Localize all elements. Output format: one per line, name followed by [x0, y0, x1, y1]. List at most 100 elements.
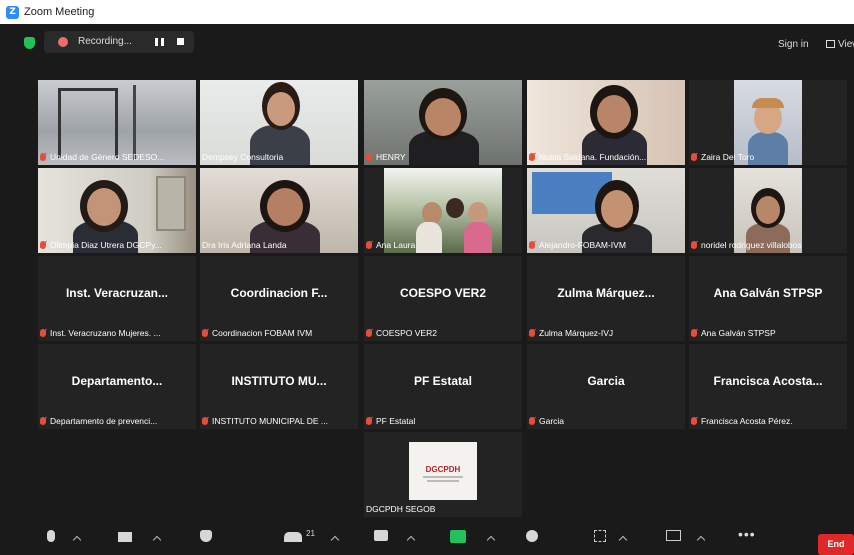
muted-mic-icon — [40, 240, 46, 249]
gallery-grid: Unidad de Género SEDESO... Dempsey Consu… — [0, 60, 854, 520]
security-button[interactable] — [198, 526, 218, 548]
apps-button[interactable] — [664, 526, 710, 548]
window-title: Zoom Meeting — [24, 6, 95, 18]
video-button[interactable] — [116, 526, 166, 548]
participant-name: Nubia Saldana. Fundación... — [529, 150, 683, 163]
participant-name: Coordinacion FOBAM IVM — [202, 326, 356, 339]
participant-tile[interactable]: Coordinacion F... Coordinacion FOBAM IVM — [200, 256, 358, 341]
title-bar: Z Zoom Meeting — [0, 0, 854, 24]
share-screen-button[interactable] — [448, 526, 498, 548]
participant-display-name: Inst. Veracruzan... — [65, 286, 169, 300]
participants-count: 21 — [306, 529, 315, 538]
participant-name: Garcia — [529, 414, 683, 427]
chat-bubble-icon — [374, 530, 388, 541]
participant-tile[interactable]: Unidad de Género SEDESO... — [38, 80, 196, 165]
recording-label: Recording... — [78, 36, 132, 47]
muted-mic-icon — [366, 328, 372, 337]
person-shape — [267, 188, 303, 226]
participant-tile[interactable]: Departamento... Departamento de prevenci… — [38, 344, 196, 429]
muted-mic-icon — [529, 152, 535, 161]
participant-display-name: Ana Galván STPSP — [713, 286, 823, 300]
participant-display-name: PF Estatal — [413, 374, 473, 388]
participants-icon — [284, 532, 302, 542]
participant-name: Ana Laura — [366, 238, 520, 251]
participant-name: INSTITUTO MUNICIPAL DE ... — [202, 414, 356, 427]
meeting-toolbar: 21 ••• End — [0, 520, 854, 555]
participant-tile[interactable]: COESPO VER2 COESPO VER2 — [364, 256, 522, 341]
mute-button[interactable] — [44, 526, 84, 548]
muted-mic-icon — [529, 416, 535, 425]
office-wall-shape — [133, 85, 136, 160]
participant-tile[interactable]: Inst. Veracruzan... Inst. Veracruzano Mu… — [38, 256, 196, 341]
participants-button[interactable]: 21 — [284, 526, 350, 548]
sign-in-link[interactable]: Sign in — [778, 39, 809, 50]
end-meeting-button[interactable]: End — [818, 534, 854, 555]
recording-indicator: Recording... — [44, 31, 194, 53]
participant-name: Inst. Veracruzano Mujeres. ... — [40, 326, 194, 339]
participant-name: Dempsey Consultoria — [202, 151, 284, 162]
chat-button[interactable] — [372, 526, 422, 548]
muted-mic-icon — [40, 152, 46, 161]
participant-display-name: Zulma Márquez... — [557, 286, 655, 300]
security-shield-icon[interactable] — [24, 37, 35, 49]
participant-name: Francisca Acosta Pérez. — [691, 414, 845, 427]
participant-name: Zaira Del Toro — [691, 150, 845, 163]
logo-line — [427, 480, 459, 482]
person-shape — [87, 188, 121, 226]
participant-display-name: INSTITUTO MU... — [231, 374, 327, 388]
chevron-up-icon[interactable] — [618, 535, 628, 545]
muted-mic-icon — [366, 152, 372, 161]
more-button[interactable]: ••• — [738, 526, 768, 548]
participant-tile[interactable]: PF Estatal PF Estatal — [364, 344, 522, 429]
record-icon — [526, 530, 538, 542]
muted-mic-icon — [691, 240, 697, 249]
participant-name: Olimpia Diaz Utrera DGCPy... — [40, 238, 194, 251]
muted-mic-icon — [366, 240, 372, 249]
chevron-up-icon[interactable] — [330, 535, 340, 545]
participant-tile[interactable]: Garcia Garcia — [527, 344, 685, 429]
office-wall-shape — [58, 88, 118, 158]
participant-tile[interactable]: Zulma Márquez... Zulma Márquez-IVJ — [527, 256, 685, 341]
participant-tile[interactable]: Alejandro-FOBAM-IVM — [527, 168, 685, 253]
chevron-up-icon[interactable] — [696, 535, 706, 545]
chevron-up-icon[interactable] — [72, 535, 82, 545]
participant-tile[interactable]: Dra Iris Adriana Landa — [200, 168, 358, 253]
view-button[interactable]: View — [826, 39, 854, 50]
participant-tile[interactable]: Dempsey Consultoria — [200, 80, 358, 165]
person-shape — [425, 98, 461, 136]
muted-mic-icon — [40, 416, 46, 425]
participant-tile[interactable]: HENRY — [364, 80, 522, 165]
participant-tile[interactable]: Ana Laura — [364, 168, 522, 253]
participant-name: Departamento de prevenci... — [40, 414, 194, 427]
person-shape — [756, 196, 780, 224]
chevron-up-icon[interactable] — [152, 535, 162, 545]
shelf-shape — [156, 176, 186, 231]
muted-mic-icon — [529, 240, 535, 249]
muted-mic-icon — [529, 328, 535, 337]
grid-view-icon — [826, 40, 835, 48]
recording-cloud-icon — [58, 37, 68, 47]
chevron-up-icon[interactable] — [486, 535, 496, 545]
share-screen-icon — [450, 530, 466, 543]
muted-mic-icon — [691, 152, 697, 161]
participant-tile[interactable]: Zaira Del Toro — [689, 80, 847, 165]
chevron-up-icon[interactable] — [406, 535, 416, 545]
participant-tile[interactable]: Olimpia Diaz Utrera DGCPy... — [38, 168, 196, 253]
stop-recording-button[interactable] — [177, 38, 184, 45]
participant-tile[interactable]: Ana Galván STPSP Ana Galván STPSP — [689, 256, 847, 341]
participant-tile[interactable]: noridel rodriguez villalobos — [689, 168, 847, 253]
pause-recording-button[interactable] — [155, 38, 164, 46]
person-shape — [267, 92, 295, 126]
participant-tile[interactable]: Nubia Saldana. Fundación... — [527, 80, 685, 165]
record-button[interactable] — [524, 526, 544, 548]
microphone-icon — [47, 530, 55, 542]
participant-name: Unidad de Género SEDESO... — [40, 150, 194, 163]
organization-logo: DGCPDH — [409, 442, 477, 500]
participant-tile[interactable]: Francisca Acosta... Francisca Acosta Pér… — [689, 344, 847, 429]
view-label: View — [838, 39, 854, 50]
person-shape — [597, 95, 631, 133]
participant-tile[interactable]: DGCPDH DGCPDH SEGOB — [364, 432, 522, 517]
person-shape — [601, 190, 633, 228]
participant-tile[interactable]: INSTITUTO MU... INSTITUTO MUNICIPAL DE .… — [200, 344, 358, 429]
reactions-button[interactable] — [592, 526, 632, 548]
